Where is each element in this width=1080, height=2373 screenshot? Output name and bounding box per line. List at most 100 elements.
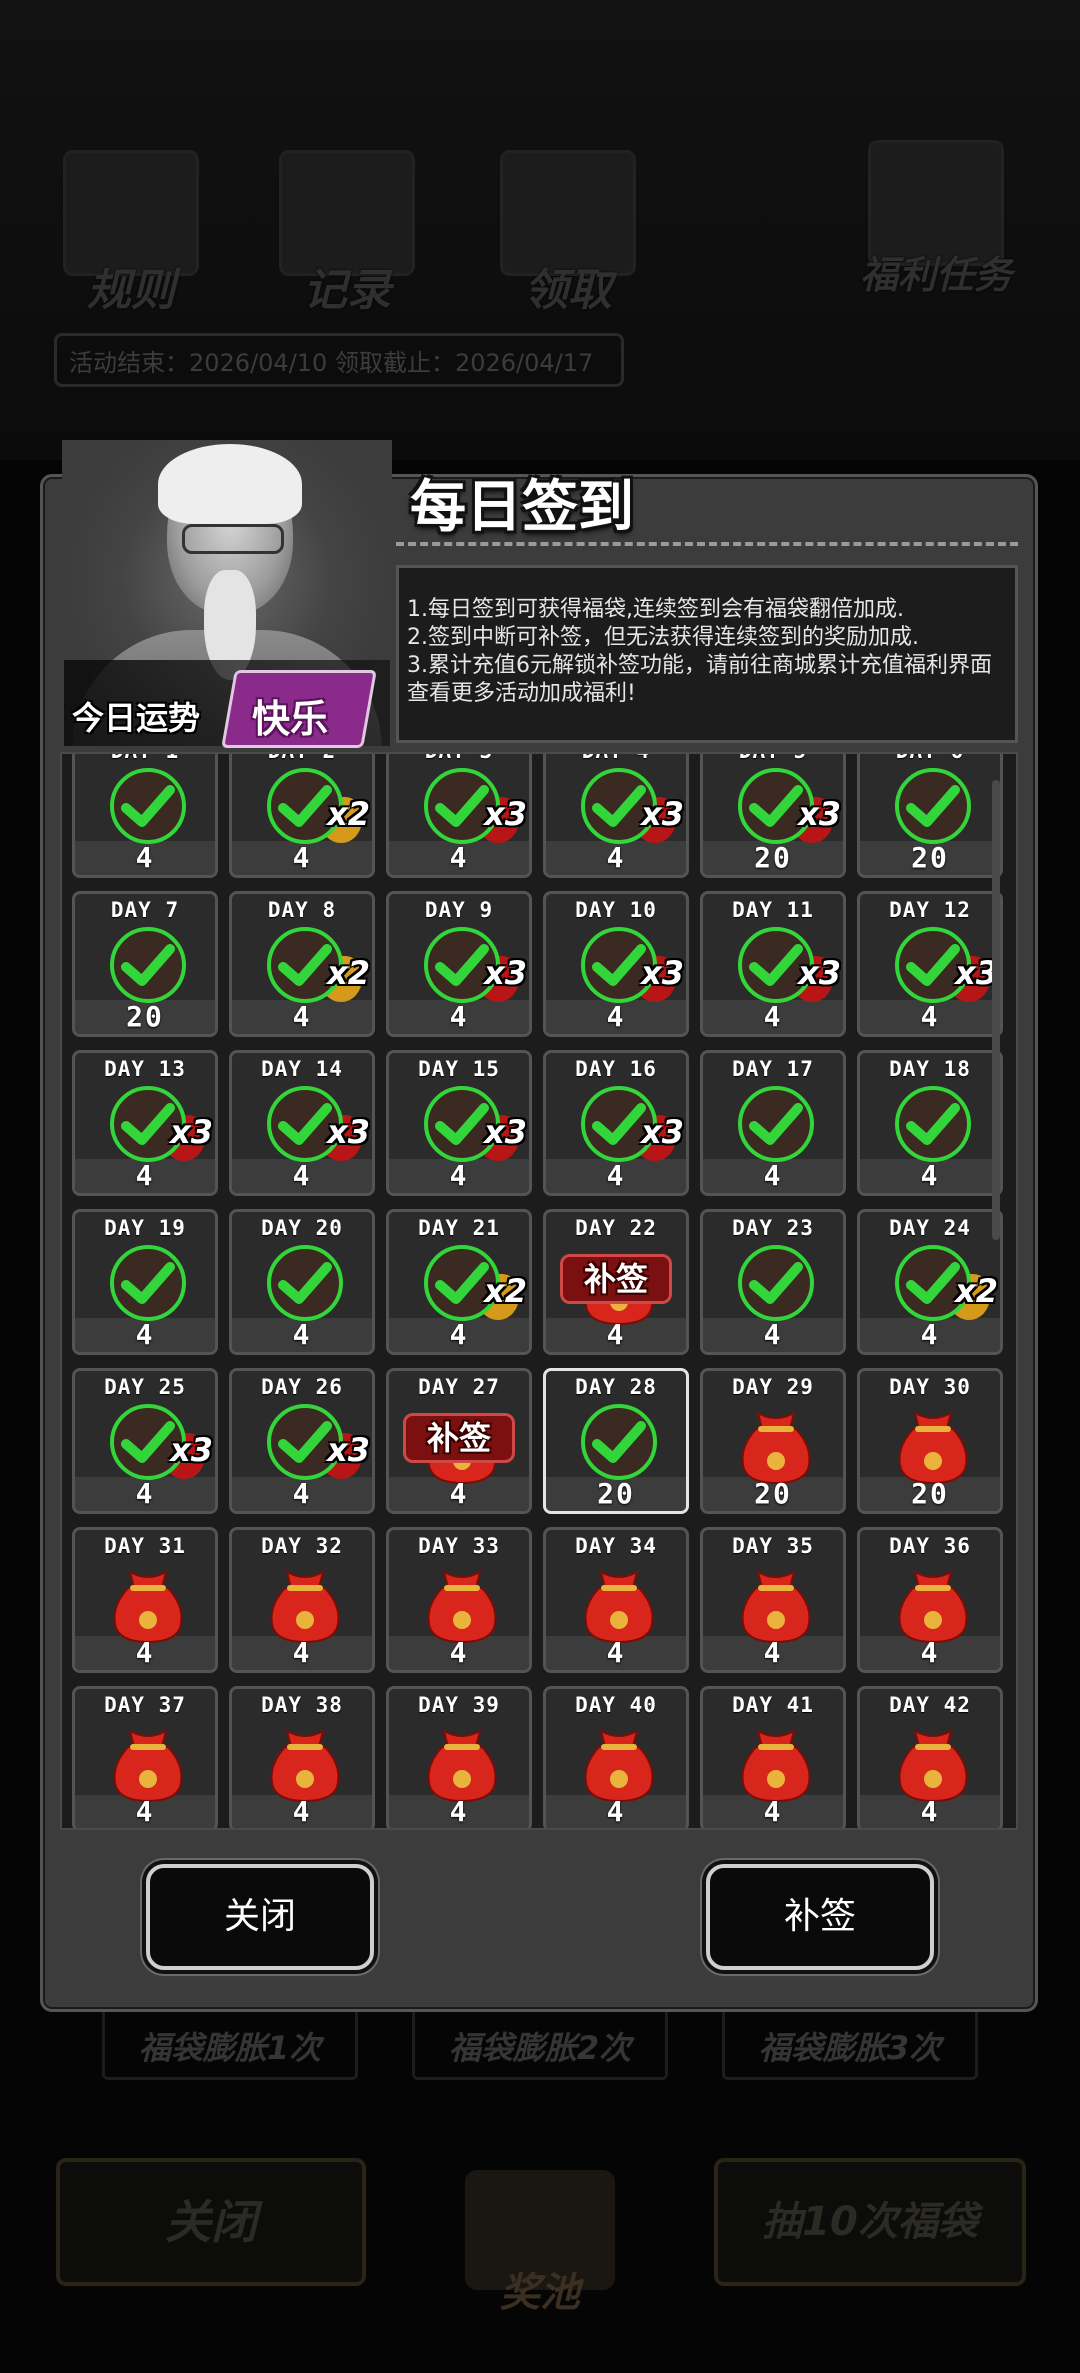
day-cell[interactable]: DAY 27 补签 4 bbox=[386, 1368, 532, 1514]
day-cell[interactable]: DAY 10 x3 4 bbox=[543, 891, 689, 1037]
day-cell[interactable]: DAY 36 4 bbox=[857, 1527, 1003, 1673]
day-cell[interactable]: DAY 22 补签 4 bbox=[543, 1209, 689, 1355]
bag-amount: 4 bbox=[292, 1159, 312, 1192]
lucky-bag-icon bbox=[113, 1729, 183, 1803]
day-cell[interactable]: DAY 30 20 bbox=[857, 1368, 1003, 1514]
day-cell[interactable]: DAY 33 4 bbox=[386, 1527, 532, 1673]
day-cell[interactable]: DAY 26 x3 4 bbox=[229, 1368, 375, 1514]
day-label: DAY 20 bbox=[261, 1216, 343, 1240]
makeup-badge[interactable]: 补签 bbox=[560, 1254, 672, 1304]
day-cell[interactable]: DAY 37 4 bbox=[72, 1686, 218, 1828]
multiplier-label: x2 bbox=[955, 1272, 998, 1310]
day-label: DAY 18 bbox=[889, 1057, 971, 1081]
bag-amount: 4 bbox=[135, 1318, 155, 1351]
day-label: DAY 39 bbox=[418, 1693, 500, 1717]
day-label: DAY 10 bbox=[575, 898, 657, 922]
day-label: DAY 33 bbox=[418, 1534, 500, 1558]
day-label: DAY 17 bbox=[732, 1057, 814, 1081]
background-close-button[interactable]: 关闭 bbox=[56, 2158, 366, 2286]
records-button-label: 记录 bbox=[303, 265, 391, 316]
day-cell[interactable]: DAY 42 4 bbox=[857, 1686, 1003, 1828]
day-cell[interactable]: DAY 15 x3 4 bbox=[386, 1050, 532, 1196]
day-cell[interactable]: DAY 38 4 bbox=[229, 1686, 375, 1828]
day-cell[interactable]: DAY 9 x3 4 bbox=[386, 891, 532, 1037]
day-label: DAY 34 bbox=[575, 1534, 657, 1558]
rules-button[interactable]: 规则 bbox=[56, 150, 206, 318]
day-label: DAY 26 bbox=[261, 1375, 343, 1399]
multiplier-label: x3 bbox=[327, 1431, 370, 1469]
day-cell[interactable]: DAY 8 x2 4 bbox=[229, 891, 375, 1037]
day-cell[interactable]: DAY 23 4 bbox=[700, 1209, 846, 1355]
prize-pool-button[interactable]: 奖池 bbox=[440, 2130, 640, 2340]
day-cell[interactable]: DAY 32 4 bbox=[229, 1527, 375, 1673]
day-cell[interactable]: DAY 6 20 bbox=[857, 754, 1003, 878]
checked-icon bbox=[110, 1245, 186, 1321]
day-cell[interactable]: DAY 4 x3 4 bbox=[543, 754, 689, 878]
day-cell[interactable]: DAY 12 x3 4 bbox=[857, 891, 1003, 1037]
bag-amount: 4 bbox=[292, 1636, 312, 1669]
day-label: DAY 21 bbox=[418, 1216, 500, 1240]
bag-amount: 4 bbox=[135, 1159, 155, 1192]
day-cell[interactable]: DAY 31 4 bbox=[72, 1527, 218, 1673]
day-label: DAY 37 bbox=[104, 1693, 186, 1717]
bag-amount: 4 bbox=[763, 1000, 783, 1033]
day-cell[interactable]: DAY 3 x3 4 bbox=[386, 754, 532, 878]
draw-10-button[interactable]: 抽10次福袋 bbox=[714, 2158, 1026, 2286]
day-label: DAY 40 bbox=[575, 1693, 657, 1717]
day-cell[interactable]: DAY 24 x2 4 bbox=[857, 1209, 1003, 1355]
welfare-tasks-button-label: 福利任务 bbox=[859, 253, 1012, 297]
welfare-tasks-button[interactable]: 福利任务 bbox=[836, 140, 1036, 299]
day-label: DAY 7 bbox=[110, 898, 180, 922]
lucky-bag-icon bbox=[898, 1570, 968, 1644]
day-cell[interactable]: DAY 25 x3 4 bbox=[72, 1368, 218, 1514]
day-cell[interactable]: DAY 41 4 bbox=[700, 1686, 846, 1828]
day-cell[interactable]: DAY 21 x2 4 bbox=[386, 1209, 532, 1355]
day-cell[interactable]: DAY 18 4 bbox=[857, 1050, 1003, 1196]
makeup-badge[interactable]: 补签 bbox=[403, 1413, 515, 1463]
day-cell[interactable]: DAY 5 x320 bbox=[700, 754, 846, 878]
bag-amount: 4 bbox=[449, 1636, 469, 1669]
checkin-calendar[interactable]: DAY 14DAY 2x24DAY 3x34DAY 4x34DAY 5x320D… bbox=[60, 752, 1018, 1830]
day-cell[interactable]: DAY 29 20 bbox=[700, 1368, 846, 1514]
records-button[interactable]: 记录 bbox=[272, 150, 422, 318]
rule-line-3: 3.累计充值6元解锁补签功能，请前往商城累计充值福利界面查看更多活动加成福利! bbox=[407, 653, 992, 706]
lucky-bag-icon bbox=[741, 1570, 811, 1644]
day-cell[interactable]: DAY 20 4 bbox=[229, 1209, 375, 1355]
close-button[interactable]: 关闭 bbox=[146, 1864, 374, 1970]
day-cell[interactable]: DAY 7 20 bbox=[72, 891, 218, 1037]
day-label: DAY 5 bbox=[703, 754, 843, 763]
bag-amount: 4 bbox=[135, 1477, 155, 1510]
prize-pool-label: 奖池 bbox=[500, 2270, 580, 2316]
checked-icon bbox=[738, 1086, 814, 1162]
day-cell[interactable]: DAY 28 20 bbox=[543, 1368, 689, 1514]
day-cell[interactable]: DAY 35 4 bbox=[700, 1527, 846, 1673]
day-label: DAY 11 bbox=[732, 898, 814, 922]
lucky-bag-icon bbox=[584, 1729, 654, 1803]
bag-amount: 4 bbox=[135, 1636, 155, 1669]
day-cell[interactable]: DAY 19 4 bbox=[72, 1209, 218, 1355]
day-cell[interactable]: DAY 39 4 bbox=[386, 1686, 532, 1828]
day-cell[interactable]: DAY 17 4 bbox=[700, 1050, 846, 1196]
bag-amount: 20 bbox=[754, 841, 792, 874]
day-cell[interactable]: DAY 16 x3 4 bbox=[543, 1050, 689, 1196]
day-cell[interactable]: DAY 34 4 bbox=[543, 1527, 689, 1673]
bag-amount: 4 bbox=[606, 1000, 626, 1033]
bag-amount: 4 bbox=[449, 1477, 469, 1510]
claim-button[interactable]: 领取 bbox=[488, 150, 648, 318]
lucky-bag-icon bbox=[113, 1570, 183, 1644]
day-cell[interactable]: DAY 11 x3 4 bbox=[700, 891, 846, 1037]
day-cell[interactable]: DAY 14 x3 4 bbox=[229, 1050, 375, 1196]
bag-amount: 20 bbox=[911, 1477, 949, 1510]
makeup-checkin-button[interactable]: 补签 bbox=[706, 1864, 934, 1970]
day-cell[interactable]: DAY 13 x3 4 bbox=[72, 1050, 218, 1196]
day-cell[interactable]: DAY 40 4 bbox=[543, 1686, 689, 1828]
day-label: DAY 2 bbox=[232, 754, 372, 763]
bag-amount: 4 bbox=[606, 1795, 626, 1828]
calendar-scrollbar[interactable] bbox=[992, 780, 1000, 1240]
day-cell[interactable]: DAY 2 x2 4 bbox=[229, 754, 375, 878]
day-label: DAY 23 bbox=[732, 1216, 814, 1240]
day-label: DAY 38 bbox=[261, 1693, 343, 1717]
day-cell[interactable]: DAY 1 4 bbox=[72, 754, 218, 878]
day-label: DAY 27 bbox=[418, 1375, 500, 1399]
day-label: DAY 35 bbox=[732, 1534, 814, 1558]
